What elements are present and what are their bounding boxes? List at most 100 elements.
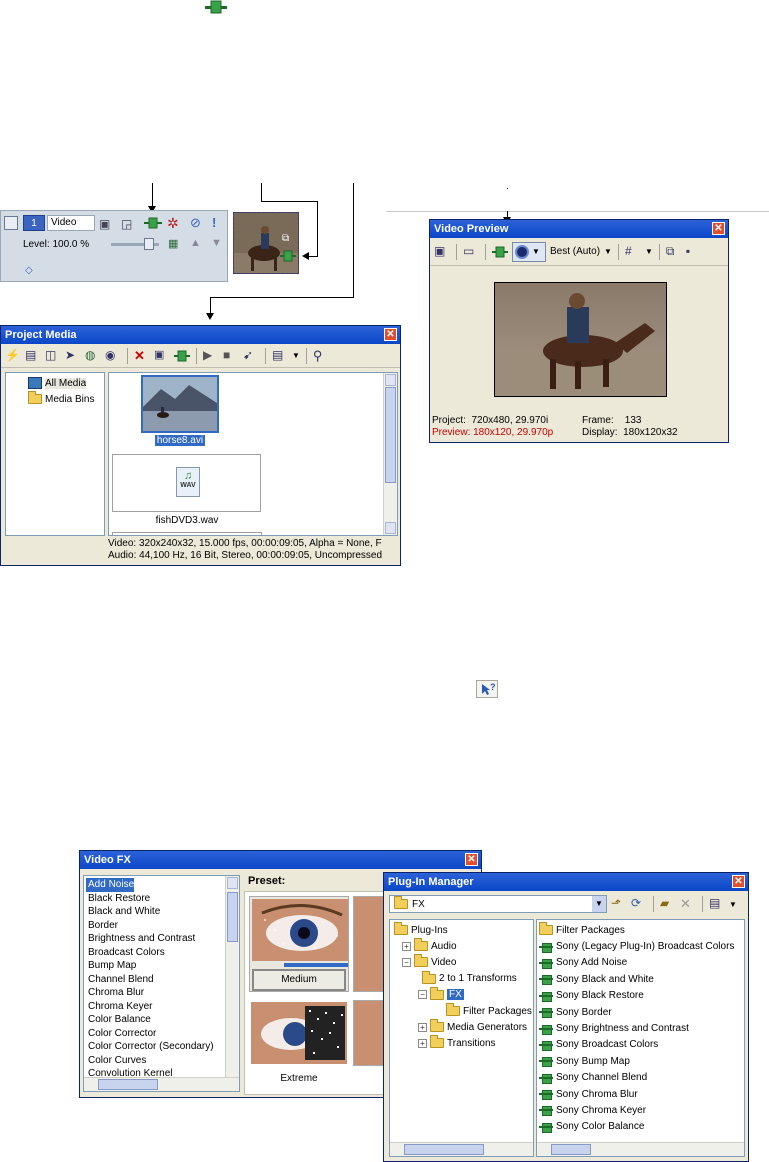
search-media-icon[interactable]: ◉ [105,348,121,364]
stop-icon[interactable]: ■ [223,348,239,364]
plugin-list-item[interactable]: Sony Chroma Keyer [539,1102,744,1118]
tree-item-7[interactable]: + Transitions [390,1035,533,1051]
track-fx-icon[interactable] [144,216,162,230]
fx-list-item[interactable]: Chroma Blur [86,986,239,1000]
tree-item-3[interactable]: 2 to 1 Transforms [390,970,533,987]
fx-list-hscrollbar[interactable] [84,1077,239,1091]
media-fx-icon[interactable] [174,348,190,364]
fx-list-item[interactable]: Color Corrector [86,1027,239,1041]
plugin-list-item[interactable]: Sony Chroma Blur [539,1086,744,1102]
views-icon[interactable]: ▤ [272,348,288,364]
expand-icon[interactable]: + [402,941,411,951]
fx-list-item[interactable]: Black and White [86,905,239,919]
event-pan-crop-icon[interactable]: ⧉ [282,233,289,244]
new-folder-icon[interactable]: ▰ [660,896,676,912]
fx-list-item[interactable]: Brightness and Contrast [86,932,239,946]
plugin-list-item[interactable]: Sony Add Noise [539,955,744,971]
tree-item-5[interactable]: Filter Packages [390,1003,533,1019]
media-list-scrollbar[interactable] [383,373,397,535]
views-icon[interactable]: ▤ [709,896,725,912]
capture-video-icon[interactable]: ▤ [25,348,41,364]
external-monitor-icon[interactable]: ▭ [463,244,479,260]
close-icon[interactable]: ✕ [712,222,725,235]
plugin-list-item[interactable]: Sony Broadcast Colors [539,1037,744,1053]
tree-item-2[interactable]: − Video [390,954,533,970]
delete-icon[interactable]: ✕ [680,896,696,912]
media-item-horse8[interactable]: horse8.avi [141,375,221,449]
play-icon[interactable]: ▶ [203,348,219,364]
expand-lanes-icon[interactable]: ◇ [25,265,33,276]
media-item-fishdvd3[interactable]: ♫ WAV fishDVD3.wav [112,454,262,530]
preview-properties-icon[interactable]: ▣ [434,244,450,260]
video-output-fx-icon[interactable] [492,244,508,260]
preset-medium[interactable]: Medium [249,896,349,992]
collapse-icon[interactable]: − [402,957,411,967]
arrow-down-icon[interactable]: ▼ [211,237,222,249]
level-slider-thumb[interactable] [144,238,154,250]
overlays-grid-icon[interactable]: # [625,244,641,260]
remove-icon[interactable]: ✕ [134,348,150,364]
save-snapshot-icon[interactable]: ▪ [686,244,702,260]
tree-item-media-bins[interactable]: Media Bins [6,391,104,407]
fx-list-item[interactable]: Black Restore [86,892,239,906]
event-fx-icon[interactable] [280,249,296,263]
properties-icon[interactable]: ▣ [154,348,170,364]
fx-list-item[interactable]: Channel Blend [86,973,239,987]
fx-list-item[interactable]: Add Noise [86,878,134,892]
get-photos-icon[interactable]: ➤ [65,348,81,364]
plugin-list-item[interactable]: Sony Black and White [539,971,744,987]
tree-item-all-media[interactable]: All Media [6,375,104,391]
plugin-list-item[interactable]: Sony Bump Map [539,1053,744,1069]
web-icon[interactable]: ◍ [85,348,101,364]
tree-item-0[interactable]: Plug-Ins [390,922,533,938]
copy-snapshot-icon[interactable]: ⧉ [666,244,682,260]
fx-list-item[interactable]: Border [86,919,239,933]
close-icon[interactable]: ✕ [465,853,478,866]
plugin-list-hscrollbar[interactable] [537,1142,744,1156]
plugin-list-item[interactable]: Sony Channel Blend [539,1070,744,1086]
refresh-icon[interactable]: ⟳ [631,896,647,912]
composite-mode-icon[interactable]: ▣ [99,217,110,231]
collapse-icon[interactable]: − [418,990,427,1000]
chevron-down-icon[interactable]: ▼ [729,900,737,909]
chevron-down-icon[interactable]: ▼ [645,247,653,256]
arrow-up-icon[interactable]: ▲ [190,237,201,249]
track-expand-icon[interactable] [4,216,18,230]
close-icon[interactable]: ✕ [732,875,745,888]
timeline-event[interactable]: ⧉ [233,212,299,274]
fx-list-item[interactable]: Chroma Keyer [86,1000,239,1014]
preview-quality-select[interactable]: Best (Auto) [550,246,600,257]
search-icon[interactable]: ⚲ [313,348,329,364]
automation-icon[interactable]: ▦ [168,237,178,250]
fx-list-item[interactable]: Bump Map [86,959,239,973]
auto-preview-icon[interactable]: ➹ [243,348,259,364]
preset-extreme[interactable]: Extreme [249,1000,349,1092]
path-dropdown[interactable]: FX ▼ [389,895,607,913]
split-screen-button[interactable]: ▼ [512,241,546,262]
plugin-list-item[interactable]: Sony Border [539,1004,744,1020]
plugin-list-item[interactable]: Sony Brightness and Contrast [539,1020,744,1036]
get-media-icon[interactable]: ◫ [45,348,61,364]
expand-icon[interactable]: + [418,1022,427,1032]
up-folder-icon[interactable]: ⬏ [611,896,627,912]
fx-list-item[interactable]: Color Corrector (Secondary) [86,1040,239,1054]
fx-list-vscrollbar[interactable] [225,876,239,1077]
plugin-list-item[interactable]: Sony (Legacy Plug-In) Broadcast Colors [539,938,744,954]
tree-item-1[interactable]: + Audio [390,938,533,954]
plugin-list-item[interactable]: Sony Black Restore [539,988,744,1004]
plugin-tree-hscrollbar[interactable] [390,1142,533,1156]
solo-icon[interactable]: ! [212,215,216,230]
chevron-down-icon[interactable]: ▼ [604,247,612,256]
make-compositing-child-icon[interactable]: ◲ [121,217,132,231]
track-name-field[interactable]: Video [47,215,95,231]
fx-list-item[interactable]: Color Balance [86,1013,239,1027]
chevron-down-icon[interactable]: ▼ [292,351,300,360]
plugin-list-item[interactable]: Sony Color Balance [539,1119,744,1135]
filter-packages-folder[interactable]: Filter Packages [539,922,744,938]
tree-item-4[interactable]: − FX [390,986,533,1003]
tree-item-6[interactable]: + Media Generators [390,1019,533,1035]
track-motion-icon[interactable]: ✲ [167,215,179,232]
fx-list-item[interactable]: Color Curves [86,1054,239,1068]
close-icon[interactable]: ✕ [384,328,397,341]
expand-icon[interactable]: + [418,1038,427,1048]
